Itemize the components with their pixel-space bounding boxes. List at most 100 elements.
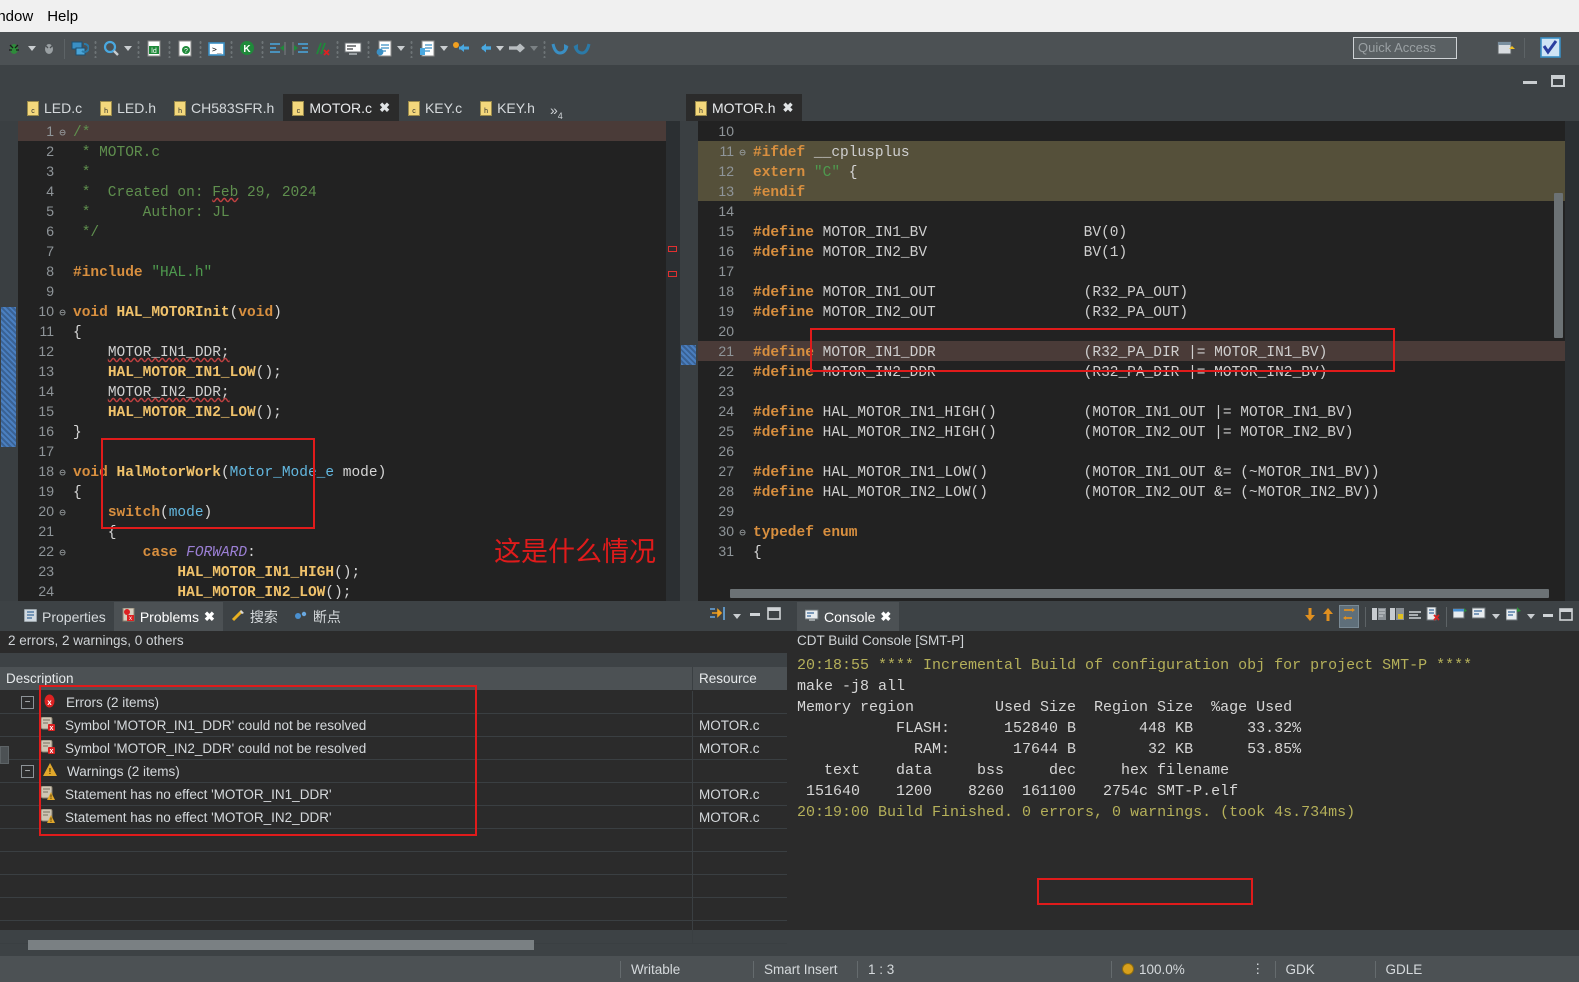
code-line[interactable]: 28 #define HAL_MOTOR_IN2_LOW() (MOTOR_IN2… xyxy=(698,481,1579,501)
status-zoom[interactable]: 100.0% xyxy=(1111,960,1241,978)
scroll-lock-icon[interactable] xyxy=(1339,605,1359,628)
new-header-icon[interactable]: ? xyxy=(174,38,196,60)
quick-access-input[interactable]: Quick Access xyxy=(1353,37,1457,59)
code-line[interactable]: 1 ⊖/* xyxy=(18,121,680,141)
code-text-right[interactable]: 10 11 ⊖ #ifdef __cplusplus 12 extern "C" {13 #… xyxy=(698,121,1579,601)
table-row[interactable]: ! Statement has no effect 'MOTOR_IN1_DDR'… xyxy=(0,783,787,806)
open-resource-dropdown[interactable] xyxy=(438,39,450,59)
code-line[interactable]: 18 #define MOTOR_IN1_OUT (R32_PA_OUT) xyxy=(698,281,1579,301)
code-line[interactable]: 9 xyxy=(18,281,680,301)
code-line[interactable]: 19 #define MOTOR_IN2_OUT (R32_PA_OUT) xyxy=(698,301,1579,321)
code-line[interactable]: 6 */ xyxy=(18,221,680,241)
tab-search[interactable]: 搜索 xyxy=(223,602,286,631)
minimize-view-icon[interactable] xyxy=(748,607,762,625)
horizontal-scrollbar-right[interactable] xyxy=(730,589,1549,598)
pin-console-icon[interactable] xyxy=(1372,607,1386,626)
table-row[interactable]: ! Statement has no effect 'MOTOR_IN2_DDR'… xyxy=(0,806,787,829)
code-line[interactable]: 5 * Author: JL xyxy=(18,201,680,221)
table-row[interactable]: x Symbol 'MOTOR_IN1_DDR' could not be res… xyxy=(0,714,787,737)
status-more-icon[interactable]: ⋮ xyxy=(1241,961,1275,978)
comment-strike-icon[interactable] xyxy=(311,38,333,60)
code-line[interactable]: 19 { xyxy=(18,481,680,501)
search-icon[interactable] xyxy=(100,38,122,60)
tab-led-c[interactable]: c LED.c xyxy=(18,94,91,121)
indent-left-icon[interactable] xyxy=(289,38,311,60)
code-line[interactable]: 11 ⊖ #ifdef __cplusplus xyxy=(698,141,1579,161)
code-line[interactable]: 26 xyxy=(698,441,1579,461)
close-icon[interactable]: ✖ xyxy=(880,609,891,625)
expand-collapse-toggle[interactable]: − xyxy=(21,764,34,778)
overview-ruler-left[interactable] xyxy=(666,121,680,601)
undo-nav-icon[interactable] xyxy=(549,38,571,60)
code-line[interactable]: 16} xyxy=(18,421,680,441)
code-line[interactable]: 17 xyxy=(18,441,680,461)
code-line[interactable]: 20 ⊖ switch(mode) xyxy=(18,501,680,521)
cell-description[interactable]: − x Errors (2 items) xyxy=(0,691,693,713)
menu-item-window[interactable]: indow xyxy=(0,6,47,27)
minimize-window-button[interactable] xyxy=(1523,81,1537,84)
cell-description[interactable]: ! Statement has no effect 'MOTOR_IN1_DDR' xyxy=(0,783,693,805)
tab-properties[interactable]: Properties xyxy=(16,602,114,631)
left-fast-view-button-bottom[interactable] xyxy=(0,746,9,764)
focus-on-selection-icon[interactable] xyxy=(709,606,726,626)
code-line[interactable]: 12 extern "C" { xyxy=(698,161,1579,181)
code-line[interactable]: 15 HAL_MOTOR_IN2_LOW(); xyxy=(18,401,680,421)
tab-problems[interactable]: x Problems ✖ xyxy=(113,602,223,631)
tab-motor-c[interactable]: c MOTOR.c ✖ xyxy=(283,94,399,121)
open-type-dropdown[interactable] xyxy=(395,39,407,59)
code-line[interactable]: 2 * MOTOR.c xyxy=(18,141,680,161)
close-icon[interactable]: ✖ xyxy=(204,609,215,625)
tab-key-c[interactable]: c KEY.c xyxy=(399,94,471,121)
expand-collapse-toggle[interactable]: − xyxy=(21,695,34,709)
kconfig-icon[interactable]: K xyxy=(236,38,258,60)
code-line[interactable]: 4 * Created on: Feb 29, 2024 xyxy=(18,181,680,201)
error-marker[interactable] xyxy=(668,271,677,277)
open-console-icon[interactable] xyxy=(1505,607,1521,626)
console-output[interactable]: 20:18:55 **** Incremental Build of confi… xyxy=(787,653,1579,930)
table-row[interactable]: x Symbol 'MOTOR_IN2_DDR' could not be res… xyxy=(0,737,787,760)
column-header-resource[interactable]: Resource xyxy=(693,667,787,690)
cell-description[interactable]: x Symbol 'MOTOR_IN2_DDR' could not be res… xyxy=(0,737,693,759)
tab-motor-h[interactable]: h MOTOR.h ✖ xyxy=(686,94,803,121)
close-icon[interactable]: ✖ xyxy=(379,100,390,116)
code-line[interactable]: 13 HAL_MOTOR_IN1_LOW(); xyxy=(18,361,680,381)
code-line[interactable]: 15 #define MOTOR_IN1_BV BV(0) xyxy=(698,221,1579,241)
bug-run-dropdown[interactable] xyxy=(26,39,38,59)
code-line[interactable]: 13 #endif xyxy=(698,181,1579,201)
tab-breakpoints[interactable]: 断点 xyxy=(286,602,349,631)
code-line[interactable]: 20 xyxy=(698,321,1579,341)
tab-led-h[interactable]: h LED.h xyxy=(91,94,165,121)
code-line[interactable]: 29 xyxy=(698,501,1579,521)
scroll-down-icon[interactable] xyxy=(1303,607,1317,627)
code-line[interactable]: 30 ⊖ typedef enum xyxy=(698,521,1579,541)
forward-dropdown[interactable] xyxy=(528,39,540,59)
forward-arrow-icon[interactable] xyxy=(506,38,528,60)
cell-description[interactable]: x Symbol 'MOTOR_IN1_DDR' could not be res… xyxy=(0,714,693,736)
problems-horizontal-scrollbar[interactable] xyxy=(28,940,534,950)
maximize-window-button[interactable] xyxy=(1551,75,1565,87)
display-console-icon[interactable] xyxy=(1471,607,1486,626)
scroll-up-icon[interactable] xyxy=(1321,607,1335,627)
code-line[interactable]: 22 #define MOTOR_IN2_DDR (R32_PA_DIR |= M… xyxy=(698,361,1579,381)
indent-right-icon[interactable] xyxy=(267,38,289,60)
code-line[interactable]: 16 #define MOTOR_IN2_BV BV(1) xyxy=(698,241,1579,261)
perspective-cpp-icon[interactable] xyxy=(1539,36,1561,58)
code-line[interactable]: 18 ⊖ void HalMotorWork(Motor_Mode_e mode) xyxy=(18,461,680,481)
tab-ch583sfr-h[interactable]: h CH583SFR.h xyxy=(165,94,283,121)
close-icon[interactable]: ✖ xyxy=(783,100,794,116)
code-line[interactable]: 8 #include "HAL.h" xyxy=(18,261,680,281)
code-line[interactable]: 31 { xyxy=(698,541,1579,561)
display-console-dropdown[interactable] xyxy=(1490,607,1502,627)
code-line[interactable]: 3 * xyxy=(18,161,680,181)
column-header-description[interactable]: Description xyxy=(0,667,693,690)
code-line[interactable]: 10 ⊖ void HAL_MOTORInit(void) xyxy=(18,301,680,321)
bug-run-icon[interactable] xyxy=(4,38,26,60)
code-line[interactable]: 7 xyxy=(18,241,680,261)
minimize-view-icon[interactable] xyxy=(1541,608,1555,626)
menu-item-help[interactable]: Help xyxy=(47,6,92,27)
search-dropdown[interactable] xyxy=(122,39,134,59)
code-line[interactable]: 12 MOTOR_IN1_DDR;x xyxy=(18,341,680,361)
build-all-icon[interactable] xyxy=(69,38,91,60)
editor-body-left[interactable]: 1 ⊖/* 2 * MOTOR.c 3 * 4 * Created on: Feb 29… xyxy=(0,121,680,601)
clear-console-icon[interactable] xyxy=(1408,608,1422,626)
